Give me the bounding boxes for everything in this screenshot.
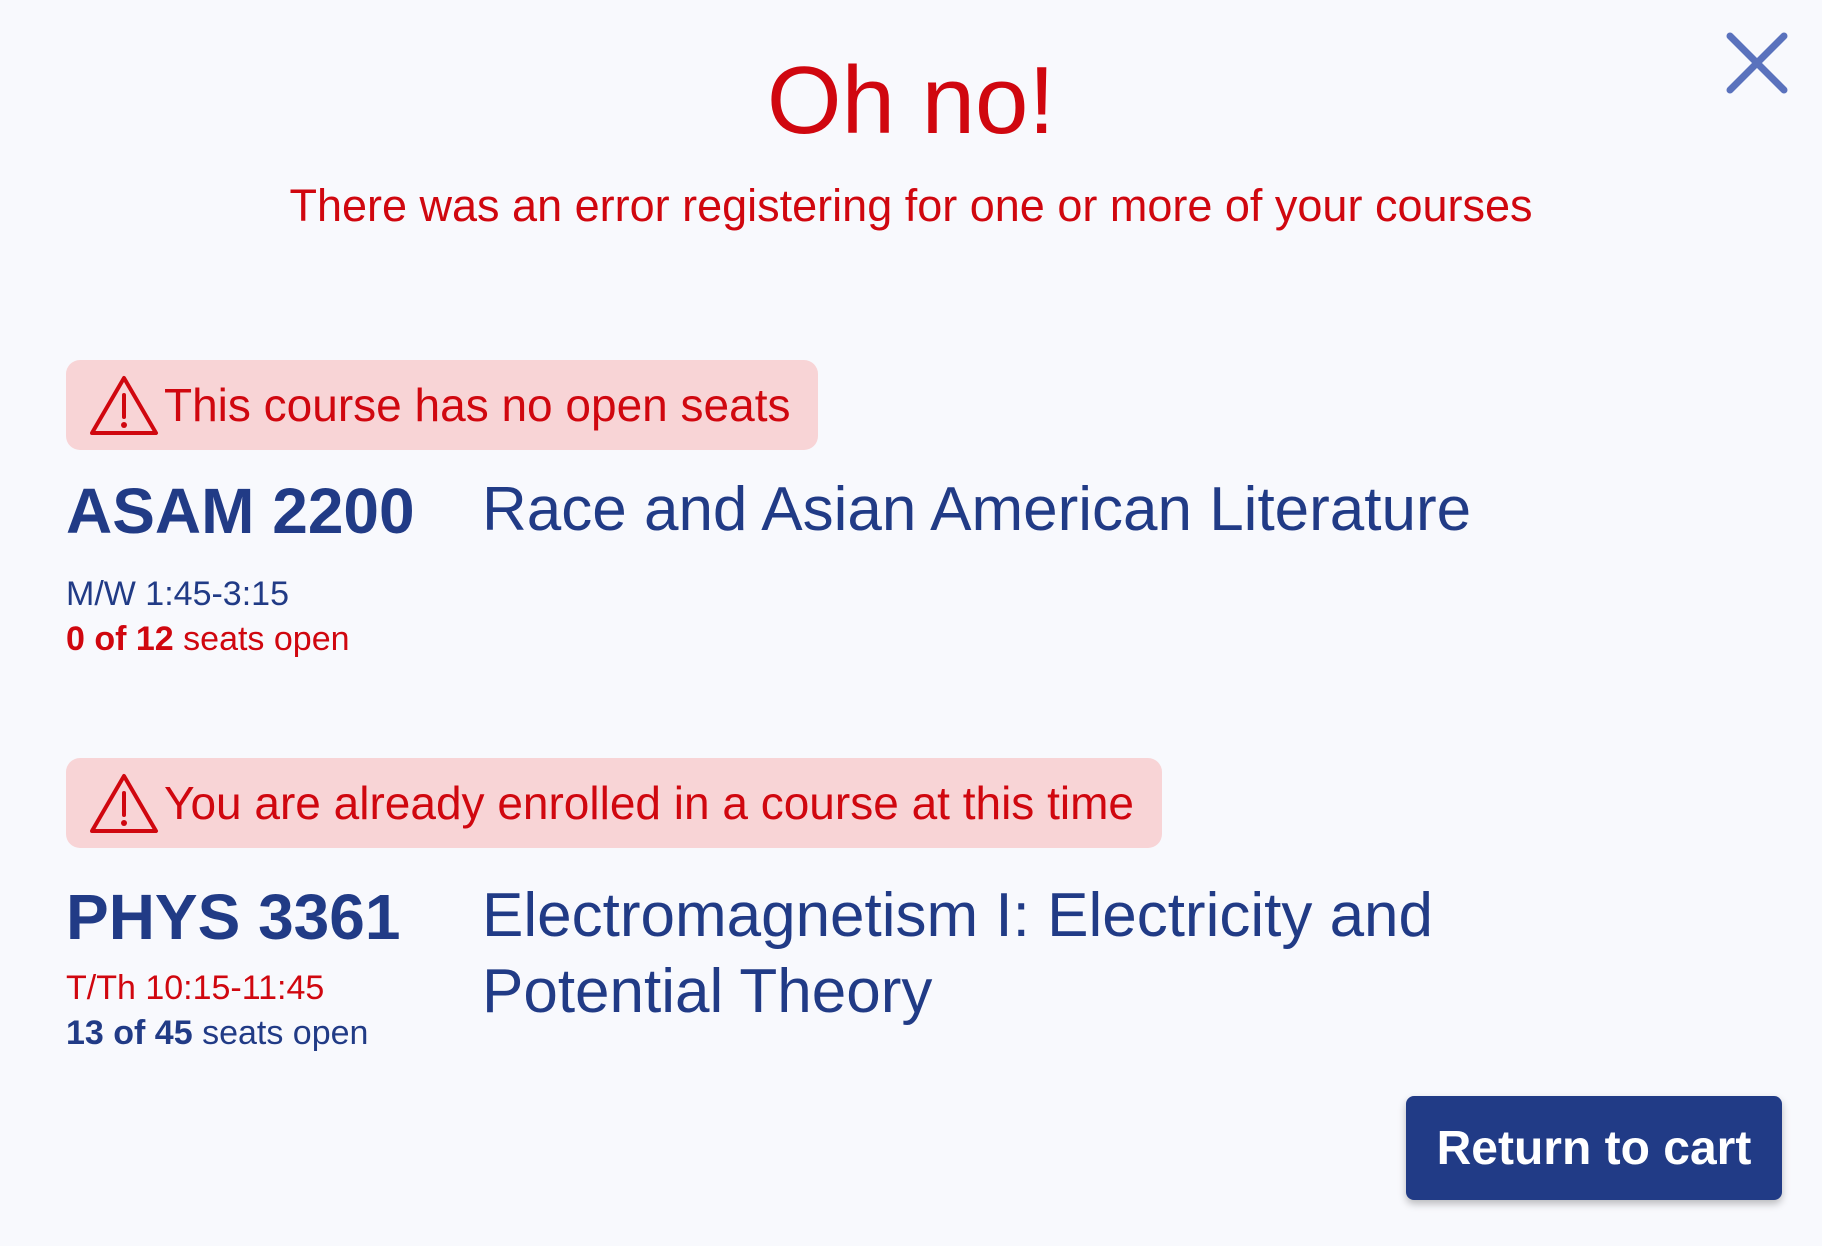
warning-icon (90, 774, 158, 833)
error-message: This course has no open seats (164, 379, 791, 431)
warning-icon (90, 376, 158, 435)
error-message: You are already enrolled in a course at … (164, 777, 1134, 829)
course-schedule: T/Th 10:15-11:45 (66, 969, 325, 1007)
error-alert: You are already enrolled in a course at … (66, 758, 1162, 848)
dialog-subtitle: There was an error registering for one o… (289, 180, 1533, 231)
seats-label: seats open (192, 1014, 369, 1052)
seats-info: 0 of 12 seats open (66, 617, 350, 662)
course-name: Race and Asian American Literature (482, 475, 1472, 544)
seats-info: 13 of 45 seats open (66, 1011, 368, 1056)
course-code: PHYS 3361 (66, 881, 401, 953)
error-dialog: Oh no! There was an error registering fo… (0, 0, 1822, 1246)
return-to-cart-button[interactable]: Return to cart (1406, 1096, 1782, 1200)
course-code: ASAM 2200 (66, 475, 415, 547)
dialog-title: Oh no! (766, 47, 1056, 154)
seats-count: 13 of 45 (66, 1014, 193, 1052)
seats-count: 0 of 12 (66, 620, 174, 658)
seats-label: seats open (173, 620, 350, 658)
course-name: Electromagnetism I: Electricity and Pote… (482, 881, 1434, 1026)
course-schedule: M/W 1:45-3:15 (66, 575, 289, 613)
error-alert: This course has no open seats (66, 360, 819, 450)
